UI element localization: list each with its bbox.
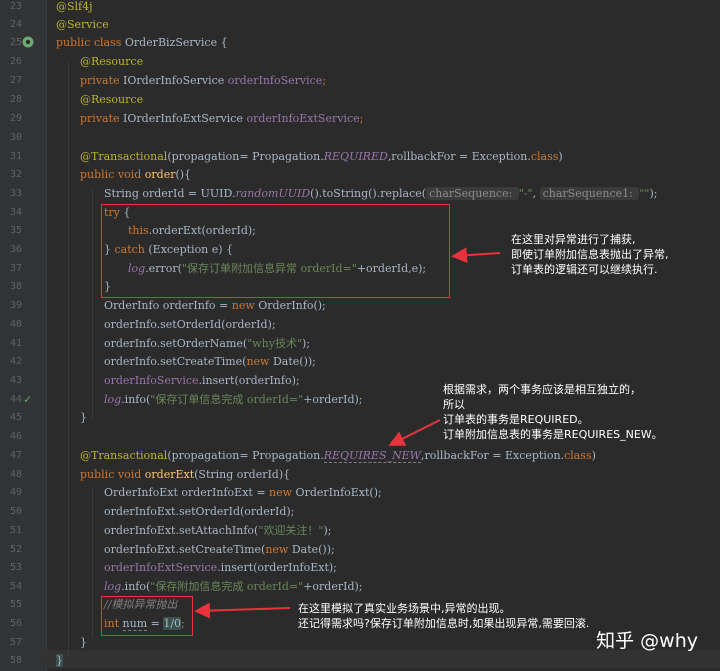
line-number: 57 [9,637,22,648]
code-line-48: public void orderExt(String orderId){ [80,468,291,481]
line-number: 44 [9,394,22,405]
code-line-47: @Transactional(propagation= Propagation.… [80,449,596,463]
code-line-58: } [56,654,63,667]
code-line-43: orderInfoService.insert(orderInfo); [104,374,300,387]
line-number: 46 [9,431,22,442]
indent-guide [92,188,93,420]
line-number: 32 [9,169,22,180]
code-line-49: OrderInfoExt orderInfoExt = new OrderInf… [104,486,382,499]
line-number: 50 [9,506,22,517]
note-simulated-exception: 在这里模拟了真实业务场景中,异常的出现。 还记得需求吗?保存订单附加信息时,如果… [298,602,590,630]
code-line-44: log.info("保存订单信息完成 orderId="+orderId); [104,393,363,406]
line-number: 48 [9,469,22,480]
code-line-50: orderInfoExt.setOrderId(orderId); [104,505,295,518]
code-line-41: orderInfo.setOrderName("why技术"); [104,337,311,350]
try-catch-highlight-box [101,204,450,298]
line-number: 58 [9,655,22,666]
line-number: 52 [9,544,22,555]
line-number: 55 [9,599,22,610]
line-number: 54 [9,581,22,592]
line-number: 53 [9,562,22,573]
line-number: 47 [9,450,22,461]
line-number: 38 [9,281,22,292]
line-number: 24 [9,19,22,30]
code-line-52: orderInfoExt.setCreateTime(new Date()); [104,543,335,556]
code-line-51: orderInfoExt.setAttachInfo("欢迎关注！"); [104,524,332,537]
exception-highlight-box [101,596,193,636]
code-line-25: public class OrderBizService { [56,36,228,49]
code-line-45: } [80,411,87,424]
watermark: 知乎 @why [596,630,698,652]
line-number: 31 [9,151,22,162]
line-number: 43 [9,375,22,386]
line-number: 25 [9,37,22,48]
arrow-to-try-catch [451,247,501,264]
arrow-to-exception [194,602,291,619]
code-line-32: public void order(){ [80,168,192,181]
line-number: 23 [9,1,22,12]
spring-bean-icon[interactable] [22,36,34,48]
code-line-24: @Service [56,18,109,31]
line-number: 42 [9,356,22,367]
line-number: 41 [9,338,22,349]
code-line-28: @Resource [80,93,144,106]
line-number: 33 [9,188,22,199]
line-number: 28 [9,94,22,105]
line-number: 56 [9,618,22,629]
line-number: 29 [9,113,22,124]
line-number: 51 [9,525,22,536]
code-line-39: OrderInfo orderInfo = new OrderInfo(); [104,299,326,312]
code-line-29: private IOrderInfoExtService orderInfoEx… [80,112,364,125]
checkmark-icon: ✓ [24,392,32,406]
line-number: 40 [9,319,22,330]
line-number: 35 [9,225,22,236]
line-number: 45 [9,412,22,423]
code-line-33: String orderId = UUID.randomUUID().toStr… [104,187,658,200]
code-line-57: } [80,636,87,649]
code-line-26: @Resource [80,55,144,68]
line-number: 27 [9,75,22,86]
code-line-53: orderInfoExtService.insert(orderInfoExt)… [104,561,337,574]
line-number: 37 [9,263,22,274]
indent-guide [92,488,93,638]
code-line-54: log.info("保存附加信息完成 orderId="+orderId); [104,580,363,593]
line-number: 49 [9,487,22,498]
arrow-to-requires-new [388,419,441,446]
code-line-31: @Transactional(propagation= Propagation.… [80,150,563,163]
code-line-42: orderInfo.setCreateTime(new Date()); [104,355,316,368]
line-number: 30 [9,132,22,143]
line-number: 36 [9,244,22,255]
indent-guide [68,62,69,656]
line-number: 26 [9,56,22,67]
note-exception-caught: 在这里对异常进行了捕获, 即使订单附加信息表抛出了异常, 订单表的逻辑还可以继续… [511,233,669,276]
line-number: 39 [9,300,22,311]
note-transaction-propagation: 根据需求，两个事务应该是相互独立的， 所以 订单表的事务是REQUIRED。 订… [443,383,663,441]
code-line-40: orderInfo.setOrderId(orderId); [104,318,276,331]
line-number: 34 [9,207,22,218]
code-line-27: private IOrderInfoService orderInfoServi… [80,74,327,87]
code-line-23: @Slf4j [56,0,93,13]
